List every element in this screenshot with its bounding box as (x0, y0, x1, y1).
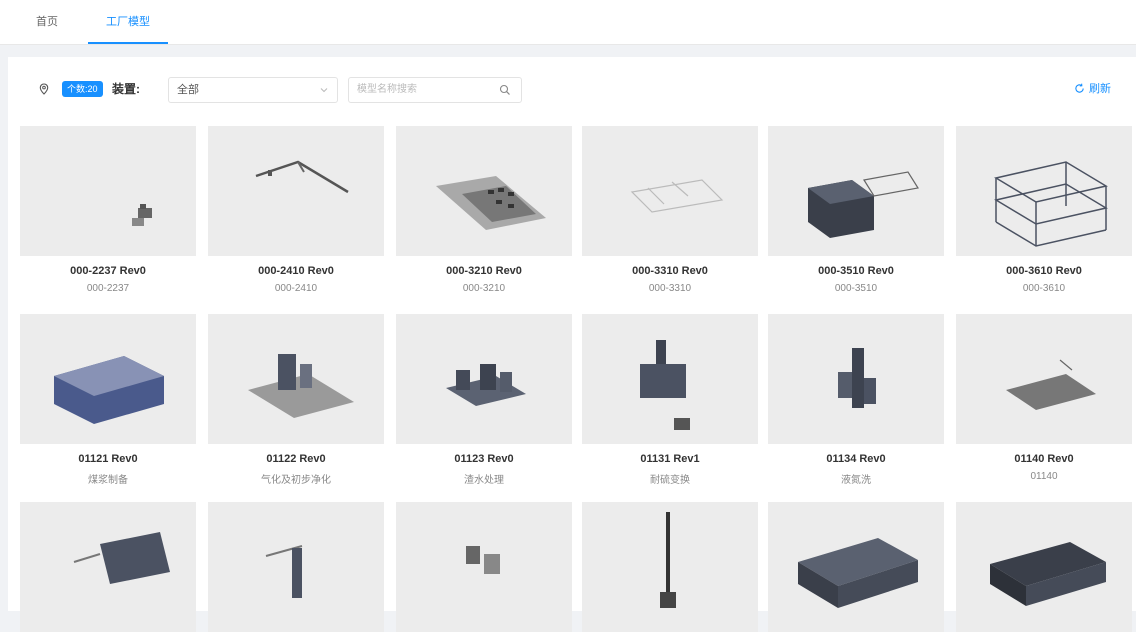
count-badge: 个数:20 (62, 81, 103, 97)
location-pin-icon (39, 83, 49, 95)
refresh-icon (1075, 83, 1084, 93)
model-title: 000-3510 Rev0 (818, 265, 894, 277)
model-subtitle: 渣水处理 (464, 475, 504, 486)
refresh-label: 刷新 (1089, 83, 1111, 95)
tab-bar: 首页 工厂模型 (0, 0, 1136, 45)
model-thumbnail (768, 502, 944, 632)
model-title: 01123 Rev0 (454, 453, 514, 465)
model-title: 01134 Rev0 (826, 453, 886, 465)
model-title: 01122 Rev0 (266, 453, 326, 465)
model-title: 000-2237 Rev0 (70, 265, 146, 277)
model-subtitle: 000-3610 (1022, 283, 1066, 294)
model-thumbnail (582, 126, 758, 256)
model-thumbnail (208, 314, 384, 444)
search-icon[interactable] (499, 84, 511, 96)
model-subtitle: 000-2237 (86, 283, 130, 294)
model-thumbnail (20, 502, 196, 632)
search-placeholder: 模型名称搜索 (357, 84, 417, 95)
model-subtitle: 耐硫变换 (650, 475, 690, 486)
device-label: 装置: (112, 82, 140, 96)
model-thumbnail (20, 314, 196, 444)
model-subtitle: 000-3310 (648, 283, 692, 294)
model-title: 000-3610 Rev0 (1006, 265, 1082, 277)
model-subtitle: 气化及初步净化 (261, 475, 331, 486)
model-title: 01121 Rev0 (78, 453, 138, 465)
model-thumbnail (956, 314, 1132, 444)
model-subtitle: 01140 (1030, 471, 1058, 482)
device-select[interactable]: 全部 (168, 77, 338, 103)
model-subtitle: 液氮洗 (841, 475, 871, 486)
model-thumbnail (396, 126, 572, 256)
model-title: 01131 Rev1 (640, 453, 700, 465)
model-thumbnail (956, 502, 1132, 632)
model-thumbnail (956, 126, 1132, 256)
model-thumbnail (208, 126, 384, 256)
model-title: 000-3310 Rev0 (632, 265, 708, 277)
model-title: 000-2410 Rev0 (258, 265, 334, 277)
model-subtitle: 000-2410 (274, 283, 318, 294)
model-thumbnail (396, 502, 572, 632)
model-subtitle: 煤浆制备 (88, 475, 128, 486)
model-title: 000-3210 Rev0 (446, 265, 522, 277)
toolbar: 个数:20 装置: 全部 模型名称搜索 刷新 (8, 57, 1136, 121)
search-input[interactable]: 模型名称搜索 (348, 77, 522, 103)
model-thumbnail (768, 314, 944, 444)
tab-factory-model[interactable]: 工厂模型 (88, 0, 168, 44)
tab-home[interactable]: 首页 (18, 0, 76, 44)
model-thumbnail (208, 502, 384, 632)
model-thumbnail (582, 314, 758, 444)
model-thumbnail (582, 502, 758, 632)
device-select-value: 全部 (177, 84, 199, 96)
refresh-button[interactable]: 刷新 (1074, 81, 1111, 97)
chevron-down-icon (320, 88, 328, 93)
model-thumbnail (768, 126, 944, 256)
model-subtitle: 000-3210 (462, 283, 506, 294)
model-title: 01140 Rev0 (1014, 453, 1074, 465)
model-thumbnail (20, 126, 196, 256)
model-thumbnail (396, 314, 572, 444)
model-subtitle: 000-3510 (834, 283, 878, 294)
